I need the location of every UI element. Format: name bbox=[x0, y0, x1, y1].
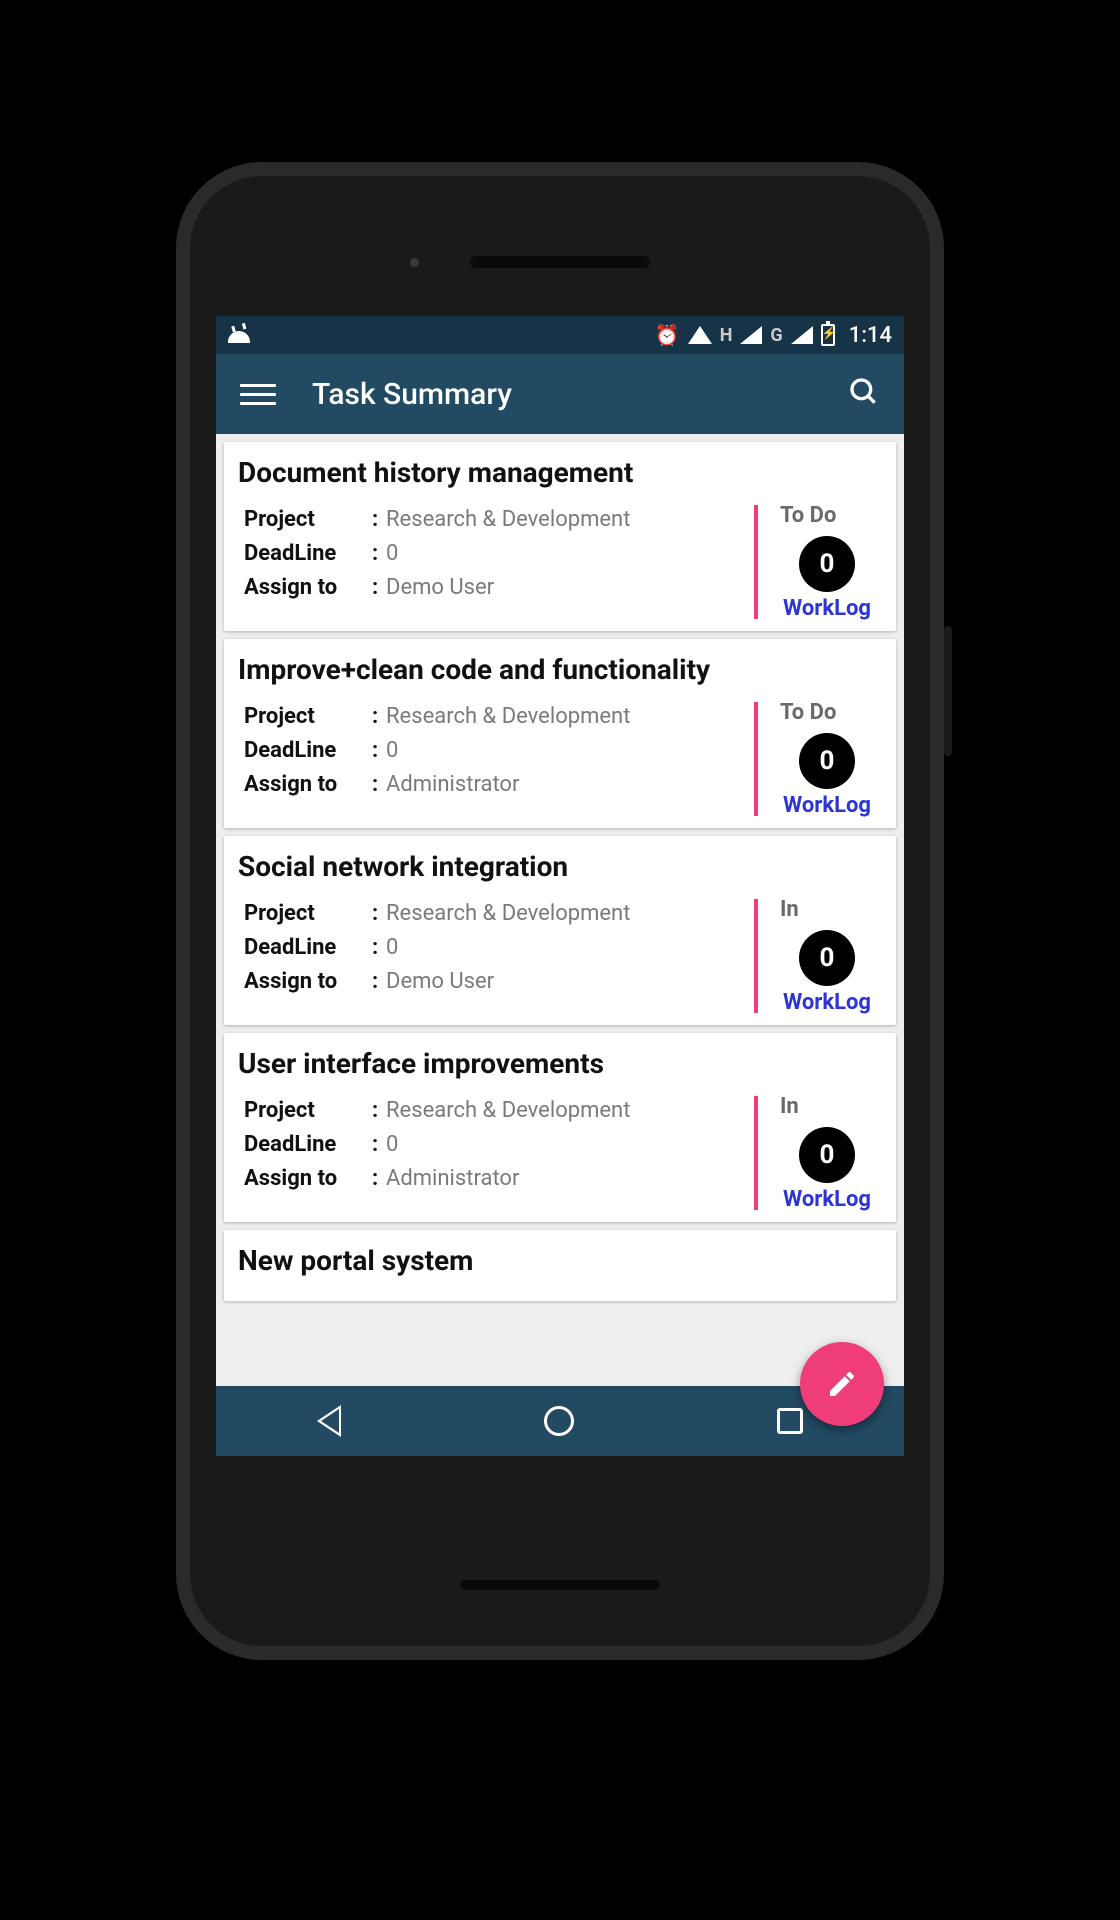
deadline-label: DeadLine bbox=[244, 1128, 372, 1162]
phone-speaker bbox=[470, 256, 650, 268]
page-title: Task Summary bbox=[312, 377, 848, 412]
wifi-icon bbox=[688, 326, 712, 344]
status-column: In 0 WorkLog bbox=[772, 897, 882, 1015]
nav-home-icon[interactable] bbox=[544, 1406, 574, 1436]
status-column: To Do 0 WorkLog bbox=[772, 503, 882, 621]
assign-value: Demo User bbox=[386, 965, 494, 999]
deadline-label: DeadLine bbox=[244, 931, 372, 965]
task-title: Document history management bbox=[238, 456, 882, 489]
task-details: Project:Research & Development DeadLine:… bbox=[238, 503, 748, 621]
project-value: Research & Development bbox=[386, 700, 630, 734]
task-card[interactable]: Improve+clean code and functionality Pro… bbox=[224, 639, 896, 828]
status-bar: H G 1:14 bbox=[216, 316, 904, 354]
status-badge: In bbox=[772, 897, 882, 922]
task-title: Improve+clean code and functionality bbox=[238, 653, 882, 686]
card-divider bbox=[754, 899, 758, 1013]
task-title: Social network integration bbox=[238, 850, 882, 883]
project-label: Project bbox=[244, 897, 372, 931]
battery-icon bbox=[821, 324, 835, 346]
task-card[interactable]: Social network integration Project:Resea… bbox=[224, 836, 896, 1025]
deadline-label: DeadLine bbox=[244, 537, 372, 571]
signal-icon bbox=[740, 326, 762, 344]
phone-camera bbox=[410, 258, 419, 267]
status-badge: To Do bbox=[772, 503, 882, 528]
phone-side-button bbox=[944, 626, 952, 756]
hamburger-menu-icon[interactable] bbox=[240, 384, 276, 405]
fab-edit-button[interactable] bbox=[800, 1342, 884, 1426]
task-card[interactable]: Document history management Project:Rese… bbox=[224, 442, 896, 631]
screen: H G 1:14 Task Summary Document history m… bbox=[216, 316, 904, 1456]
worklog-link[interactable]: WorkLog bbox=[772, 793, 882, 818]
nav-back-icon[interactable] bbox=[317, 1405, 341, 1437]
card-divider bbox=[754, 1096, 758, 1210]
task-card[interactable]: New portal system bbox=[224, 1230, 896, 1301]
nav-bar bbox=[216, 1386, 904, 1456]
assign-value: Demo User bbox=[386, 571, 494, 605]
task-title: New portal system bbox=[238, 1244, 882, 1277]
status-column: In 0 WorkLog bbox=[772, 1094, 882, 1212]
count-badge: 0 bbox=[799, 1127, 855, 1183]
project-value: Research & Development bbox=[386, 1094, 630, 1128]
pencil-icon bbox=[826, 1368, 858, 1400]
task-title: User interface improvements bbox=[238, 1047, 882, 1080]
project-value: Research & Development bbox=[386, 897, 630, 931]
card-divider bbox=[754, 702, 758, 816]
alarm-icon bbox=[655, 323, 680, 348]
assign-label: Assign to bbox=[244, 571, 372, 605]
project-label: Project bbox=[244, 503, 372, 537]
worklog-link[interactable]: WorkLog bbox=[772, 990, 882, 1015]
deadline-value: 0 bbox=[386, 537, 398, 571]
project-label: Project bbox=[244, 1094, 372, 1128]
project-value: Research & Development bbox=[386, 503, 630, 537]
status-time: 1:14 bbox=[849, 323, 892, 348]
deadline-label: DeadLine bbox=[244, 734, 372, 768]
worklog-link[interactable]: WorkLog bbox=[772, 1187, 882, 1212]
assign-value: Administrator bbox=[386, 1162, 519, 1196]
network-g-label: G bbox=[770, 325, 782, 346]
assign-label: Assign to bbox=[244, 1162, 372, 1196]
task-details: Project:Research & Development DeadLine:… bbox=[238, 700, 748, 818]
android-icon bbox=[228, 327, 250, 343]
card-divider bbox=[754, 505, 758, 619]
status-column: To Do 0 WorkLog bbox=[772, 700, 882, 818]
network-h-label: H bbox=[720, 325, 733, 346]
assign-label: Assign to bbox=[244, 965, 372, 999]
task-details: Project:Research & Development DeadLine:… bbox=[238, 897, 748, 1015]
search-icon[interactable] bbox=[848, 376, 880, 412]
deadline-value: 0 bbox=[386, 734, 398, 768]
phone-speaker-bottom bbox=[460, 1580, 660, 1590]
status-badge: In bbox=[772, 1094, 882, 1119]
project-label: Project bbox=[244, 700, 372, 734]
deadline-value: 0 bbox=[386, 1128, 398, 1162]
assign-value: Administrator bbox=[386, 768, 519, 802]
count-badge: 0 bbox=[799, 930, 855, 986]
app-bar: Task Summary bbox=[216, 354, 904, 434]
nav-recent-icon[interactable] bbox=[777, 1408, 803, 1434]
count-badge: 0 bbox=[799, 733, 855, 789]
deadline-value: 0 bbox=[386, 931, 398, 965]
task-list[interactable]: Document history management Project:Rese… bbox=[216, 434, 904, 1386]
task-details: Project:Research & Development DeadLine:… bbox=[238, 1094, 748, 1212]
assign-label: Assign to bbox=[244, 768, 372, 802]
phone-frame: H G 1:14 Task Summary Document history m… bbox=[190, 176, 930, 1646]
signal-icon-2 bbox=[791, 326, 813, 344]
count-badge: 0 bbox=[799, 536, 855, 592]
status-badge: To Do bbox=[772, 700, 882, 725]
task-card[interactable]: User interface improvements Project:Rese… bbox=[224, 1033, 896, 1222]
worklog-link[interactable]: WorkLog bbox=[772, 596, 882, 621]
